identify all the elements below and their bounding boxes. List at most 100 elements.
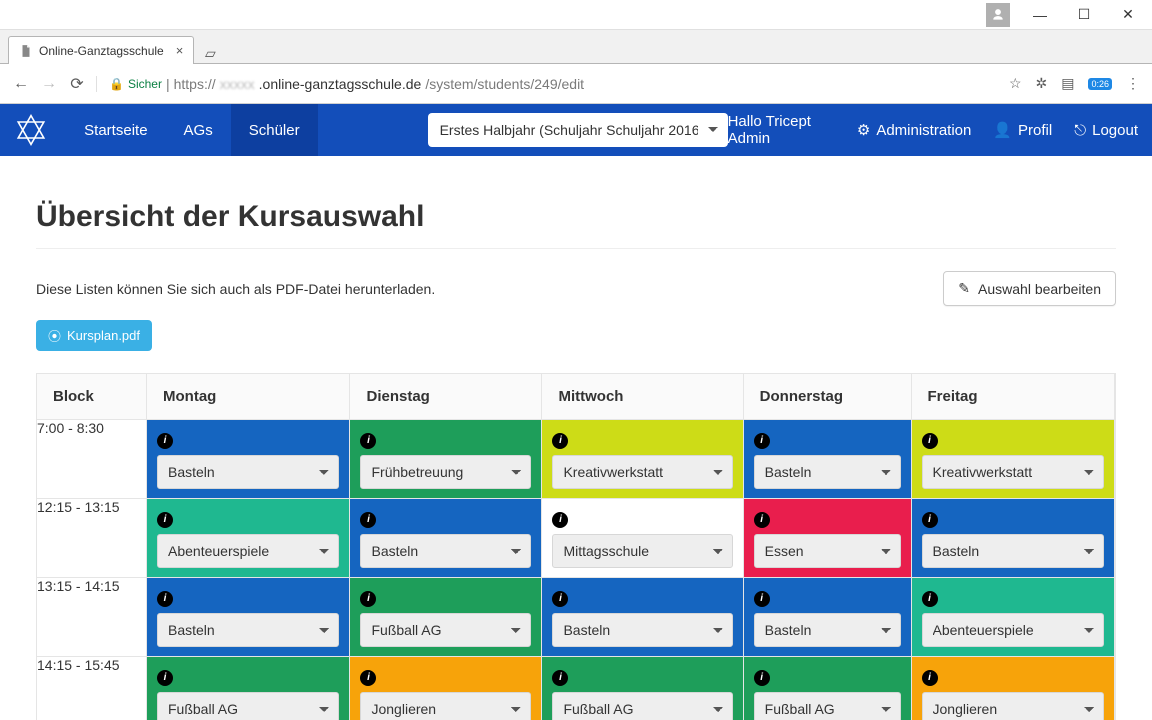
- nav-profil[interactable]: 👤Profil: [993, 121, 1052, 139]
- extension-icon-2[interactable]: ▤: [1061, 75, 1074, 92]
- window-minimize-button[interactable]: —: [1018, 1, 1062, 29]
- course-selector[interactable]: Basteln: [754, 613, 901, 647]
- info-icon[interactable]: i: [157, 591, 173, 607]
- windows-user-icon[interactable]: [986, 3, 1010, 27]
- course-selector[interactable]: Mittagsschule: [552, 534, 732, 568]
- table-row: 7:00 - 8:30iBastelniFrühbetreuungiKreati…: [37, 420, 1115, 499]
- extension-icon[interactable]: ✲: [1036, 75, 1048, 92]
- course-selector[interactable]: Basteln: [754, 455, 901, 489]
- browser-tab-title: Online-Ganztagsschule: [39, 44, 164, 58]
- course-selector[interactable]: Fußball AG: [754, 692, 901, 720]
- browser-tab[interactable]: Online-Ganztagsschule ×: [8, 36, 194, 64]
- nav-schueler[interactable]: Schüler: [231, 104, 318, 156]
- info-icon[interactable]: i: [157, 433, 173, 449]
- time-cell: 13:15 - 14:15: [37, 578, 147, 657]
- logout-icon: ⎋: [1074, 122, 1086, 139]
- slot-cell: i Basteln: [912, 499, 1116, 578]
- course-selector[interactable]: Basteln: [157, 613, 339, 647]
- slot-cell: i Basteln: [147, 578, 350, 657]
- slot-cell: i Fußball AG: [350, 578, 542, 657]
- slot-cell: i Abenteuerspiele: [912, 578, 1116, 657]
- pencil-icon: ✎: [958, 280, 970, 297]
- course-slot: i Basteln: [744, 578, 911, 656]
- course-selector[interactable]: Basteln: [922, 534, 1105, 568]
- info-icon[interactable]: i: [552, 670, 568, 686]
- info-icon[interactable]: i: [157, 670, 173, 686]
- info-icon[interactable]: i: [157, 512, 173, 528]
- page-title: Übersicht der Kursauswahl: [36, 200, 1116, 234]
- course-selector[interactable]: Basteln: [157, 455, 339, 489]
- info-icon[interactable]: i: [922, 591, 938, 607]
- time-cell: 14:15 - 15:45: [37, 657, 147, 720]
- course-selector[interactable]: Fußball AG: [552, 692, 732, 720]
- info-icon[interactable]: i: [922, 512, 938, 528]
- info-icon[interactable]: i: [552, 591, 568, 607]
- window-close-button[interactable]: ✕: [1106, 1, 1150, 29]
- info-icon[interactable]: i: [922, 670, 938, 686]
- download-pdf-button[interactable]: ⦿Kursplan.pdf: [36, 320, 152, 351]
- course-slot: i Basteln: [147, 578, 349, 656]
- course-selector[interactable]: Jonglieren: [360, 692, 531, 720]
- col-wednesday: Mittwoch: [542, 374, 743, 420]
- course-selector[interactable]: Abenteuerspiele: [157, 534, 339, 568]
- gear-icon: ⚙: [857, 121, 870, 139]
- course-slot: i Basteln: [542, 578, 742, 656]
- course-selector[interactable]: Fußball AG: [360, 613, 531, 647]
- schedule-table: Block Montag Dienstag Mittwoch Donnersta…: [36, 373, 1116, 720]
- course-selector[interactable]: Fußball AG: [157, 692, 339, 720]
- info-icon[interactable]: i: [360, 433, 376, 449]
- nav-logout[interactable]: ⎋Logout: [1074, 122, 1138, 139]
- info-icon[interactable]: i: [552, 512, 568, 528]
- info-icon[interactable]: i: [754, 433, 770, 449]
- url-domain: .online-ganztagsschule.de: [259, 76, 422, 92]
- slot-cell: i Fußball AG: [744, 657, 912, 720]
- subtitle-text: Diese Listen können Sie sich auch als PD…: [36, 281, 435, 297]
- course-selector[interactable]: Kreativwerkstatt: [552, 455, 732, 489]
- course-slot: i Fußball AG: [147, 657, 349, 720]
- nav-administration[interactable]: ⚙Administration: [857, 121, 972, 139]
- course-selector[interactable]: Frühbetreuung: [360, 455, 531, 489]
- address-bar[interactable]: 🔒 Sicher | https://xxxxx.online-ganztags…: [96, 76, 999, 92]
- course-selector[interactable]: Basteln: [552, 613, 732, 647]
- course-slot: i Frühbetreuung: [350, 420, 541, 498]
- course-selector[interactable]: Basteln: [360, 534, 531, 568]
- window-maximize-button[interactable]: ☐: [1062, 1, 1106, 29]
- file-icon: [19, 44, 33, 58]
- slot-cell: i Abenteuerspiele: [147, 499, 350, 578]
- course-slot: i Abenteuerspiele: [912, 578, 1115, 656]
- info-icon[interactable]: i: [360, 512, 376, 528]
- course-slot: i Basteln: [350, 499, 541, 577]
- forward-button: →: [40, 75, 58, 93]
- slot-cell: i Basteln: [542, 578, 743, 657]
- course-slot: i Kreativwerkstatt: [912, 420, 1115, 498]
- table-row: 14:15 - 15:45 i Fußball AG i Jonglieren i Fußb…: [37, 657, 1115, 720]
- brand-logo-icon[interactable]: [14, 112, 48, 148]
- info-icon[interactable]: i: [754, 591, 770, 607]
- slot-cell: i Kreativwerkstatt: [912, 420, 1116, 499]
- info-icon[interactable]: i: [754, 512, 770, 528]
- back-button[interactable]: ←: [12, 75, 30, 93]
- table-row: 12:15 - 13:15iAbenteuerspieleiBastelniMi…: [37, 499, 1115, 578]
- course-selector[interactable]: Essen: [754, 534, 901, 568]
- menu-icon[interactable]: ⋮: [1126, 75, 1140, 92]
- nav-startseite[interactable]: Startseite: [66, 104, 165, 156]
- course-selector[interactable]: Abenteuerspiele: [922, 613, 1105, 647]
- info-icon[interactable]: i: [360, 591, 376, 607]
- course-slot: i Fußball AG: [350, 578, 541, 656]
- info-icon[interactable]: i: [360, 670, 376, 686]
- extension-badge[interactable]: 0:26: [1088, 78, 1112, 90]
- info-icon[interactable]: i: [754, 670, 770, 686]
- tab-close-icon[interactable]: ×: [176, 43, 184, 58]
- course-selector[interactable]: Kreativwerkstatt: [922, 455, 1105, 489]
- star-icon[interactable]: ☆: [1009, 75, 1022, 92]
- course-selector[interactable]: Jonglieren: [922, 692, 1105, 720]
- info-icon[interactable]: i: [552, 433, 568, 449]
- info-icon[interactable]: i: [922, 433, 938, 449]
- edit-selection-button[interactable]: ✎Auswahl bearbeiten: [943, 271, 1116, 306]
- nav-ags[interactable]: AGs: [166, 104, 231, 156]
- semester-selector[interactable]: Erstes Halbjahr (Schuljahr Schuljahr 201…: [428, 113, 728, 147]
- new-tab-button[interactable]: ▱: [198, 43, 222, 63]
- reload-button[interactable]: ⟳: [68, 75, 86, 93]
- table-row: 13:15 - 14:15 i Basteln i Fußball AG i Basteln…: [37, 578, 1115, 657]
- slot-cell: i Frühbetreuung: [350, 420, 542, 499]
